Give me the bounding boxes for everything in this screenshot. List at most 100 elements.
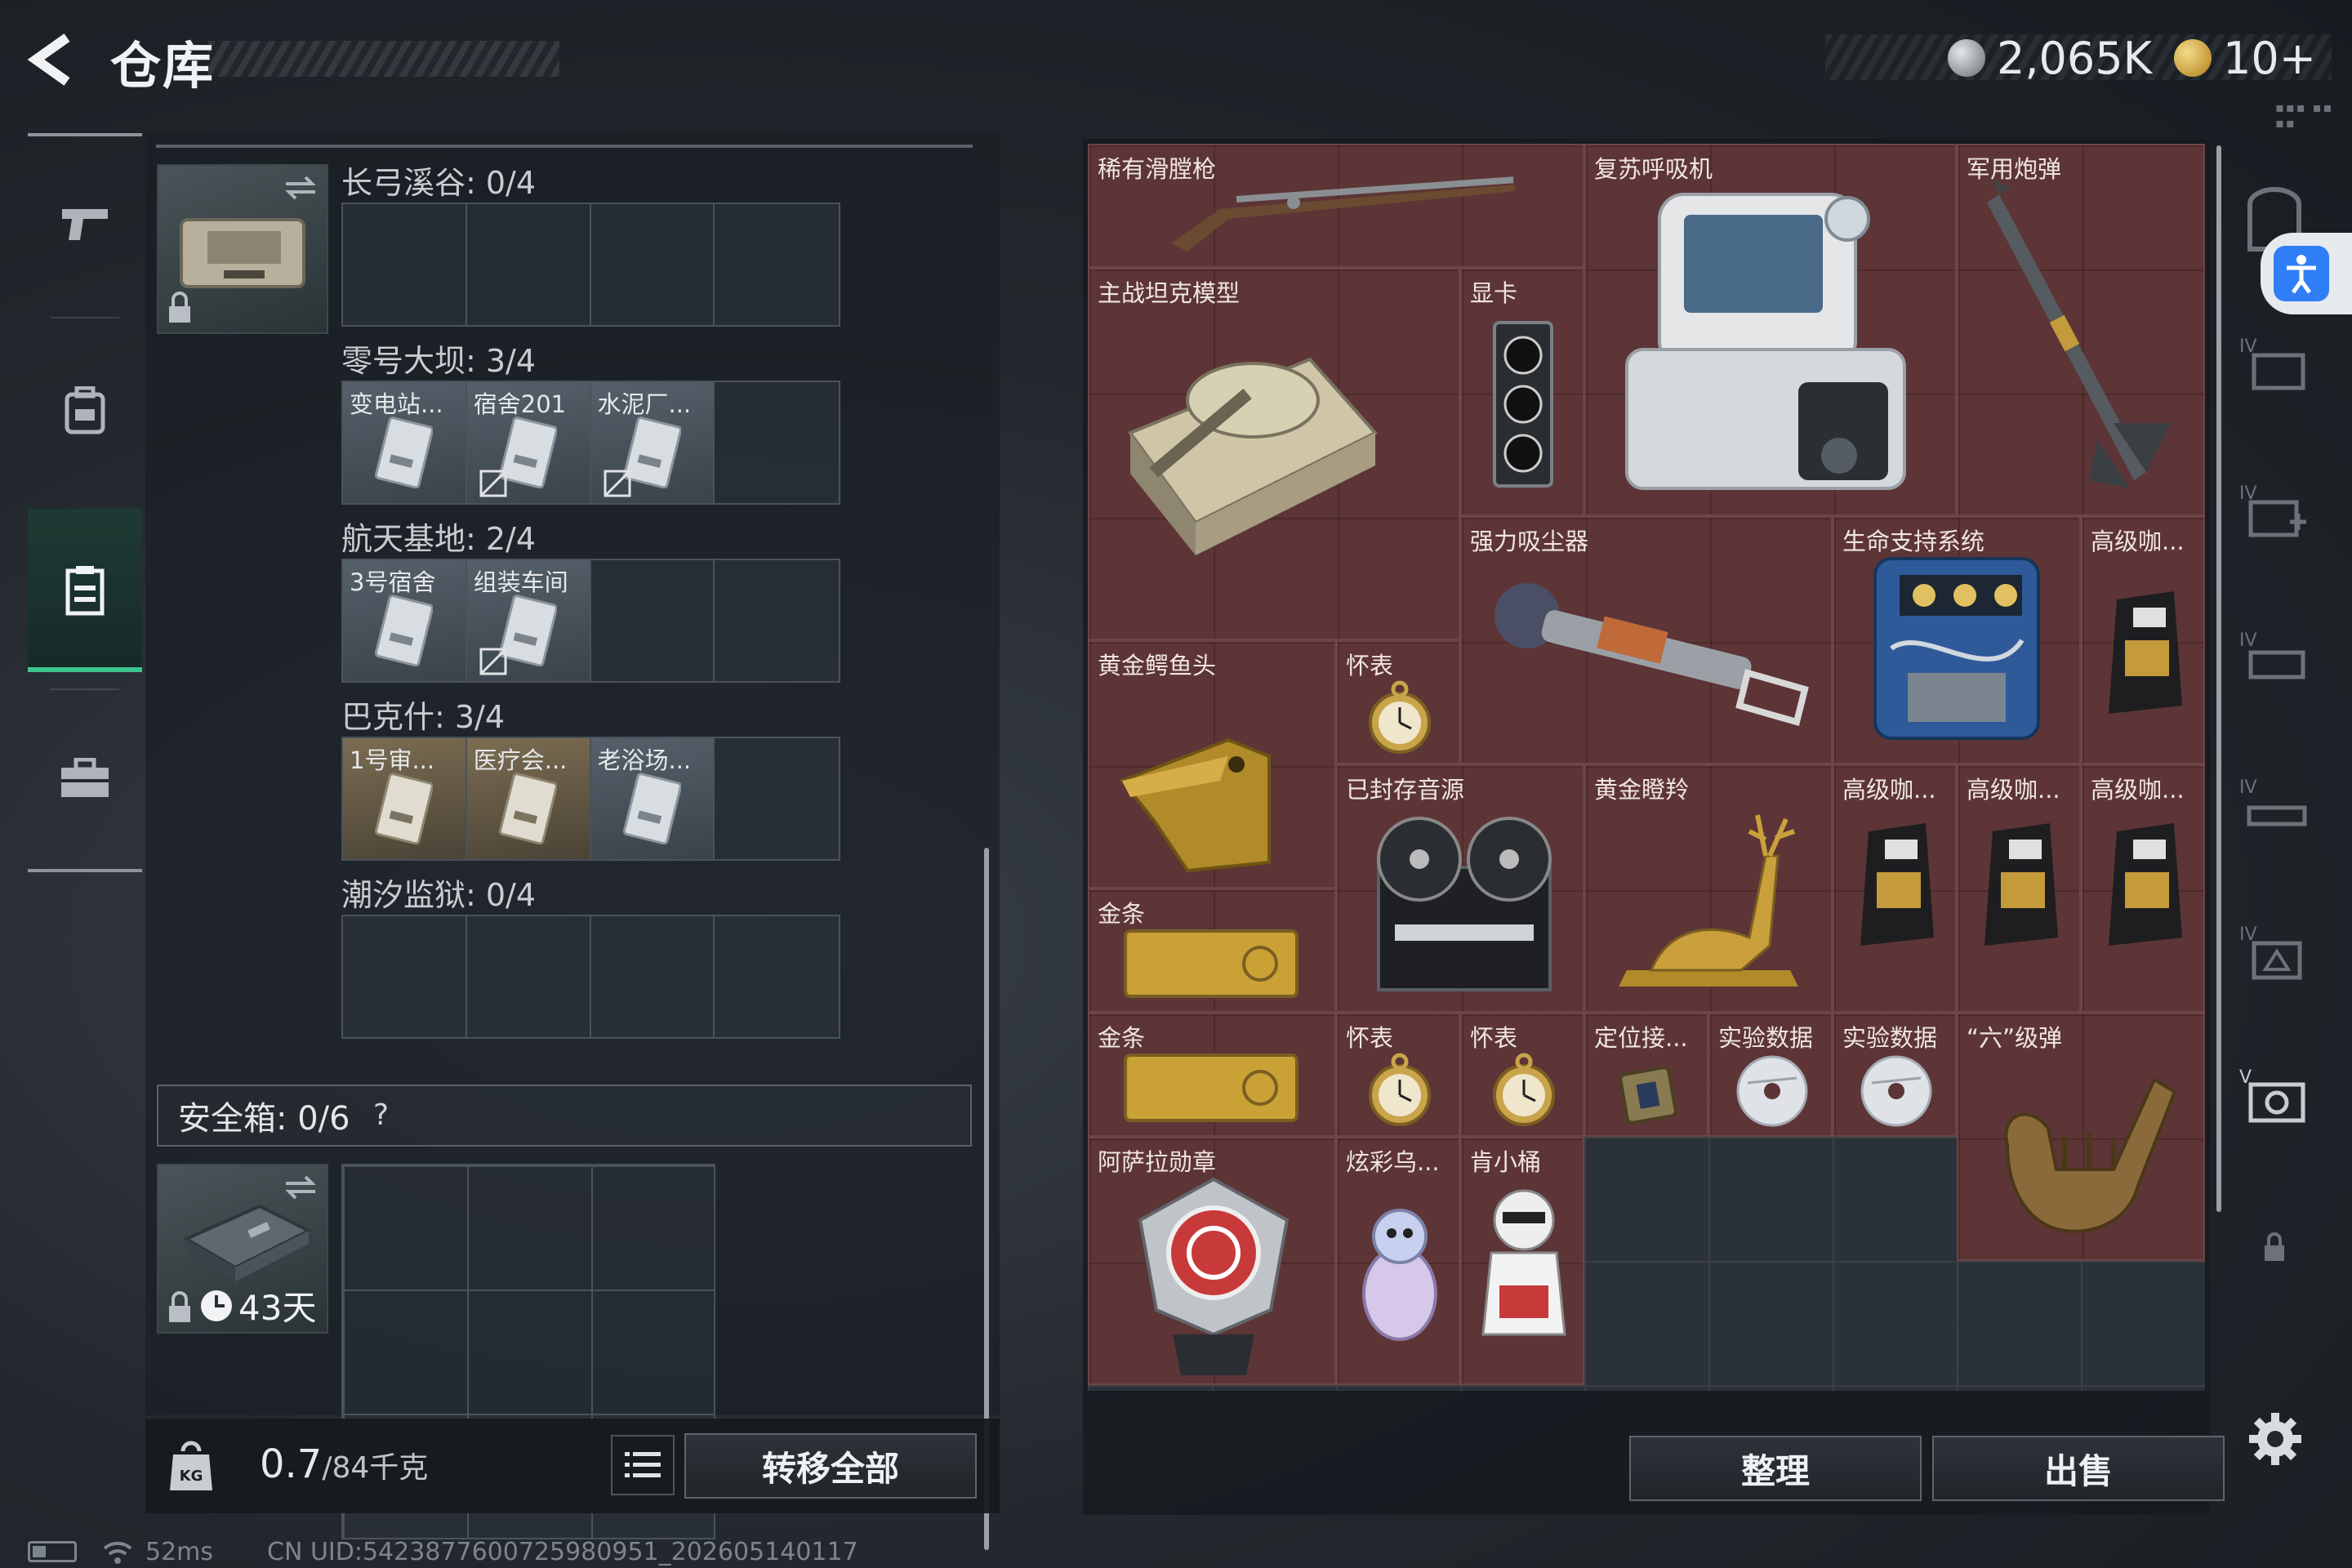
empty-slot[interactable] — [715, 382, 839, 503]
stash-item[interactable]: 生命支持系统 — [1833, 516, 2081, 764]
nav-briefcase[interactable] — [28, 697, 142, 860]
stash-item[interactable]: 金条 — [1088, 889, 1336, 1013]
keycard-slot[interactable]: 组装车间 — [466, 560, 591, 681]
empty-slot[interactable] — [715, 204, 839, 325]
stash-item[interactable]: 军用炮弹 — [1957, 144, 2205, 516]
stash-item[interactable]: 黄金鳄鱼头 — [1088, 640, 1336, 889]
svg-text:KG: KG — [180, 1468, 203, 1485]
status-bar: 52ms CN UID:5423877600725980951_20260514… — [28, 1535, 858, 1568]
money-display[interactable]: 2,065K — [1948, 29, 2152, 87]
stash-item[interactable]: 肯小桶 — [1460, 1137, 1584, 1385]
item-name: 黄金瞪羚 — [1594, 776, 1690, 804]
list-icon — [625, 1452, 661, 1477]
stash-scrollbar[interactable] — [2216, 145, 2221, 1212]
stash-item[interactable]: 炫彩乌... — [1336, 1137, 1460, 1385]
sort-button[interactable]: 整理 — [1629, 1436, 1922, 1501]
sell-button[interactable]: 出售 — [1932, 1436, 2225, 1501]
weight-icon: KG — [170, 1441, 212, 1490]
keycard-slot[interactable]: 1号审... — [343, 738, 467, 859]
stash-item[interactable]: 稀有滑膛枪 — [1088, 144, 1584, 268]
stash-item[interactable]: 显卡 — [1460, 268, 1584, 516]
nav-container[interactable] — [28, 509, 142, 672]
empty-slot[interactable] — [591, 204, 715, 325]
swap-icon[interactable] — [283, 1174, 318, 1201]
stash-item[interactable]: 怀表 — [1460, 1013, 1584, 1137]
lock-icon — [169, 292, 190, 323]
stash-item[interactable]: 已封存音源 — [1336, 764, 1584, 1013]
transfer-all-button[interactable]: 转移全部 — [684, 1433, 977, 1499]
stash-item[interactable]: 高级咖... — [1833, 764, 1957, 1013]
accessibility-icon — [2274, 246, 2329, 301]
keycard-slot[interactable]: 老浴场... — [590, 738, 715, 859]
rtab-stash-4[interactable]: IV — [2238, 331, 2319, 404]
item-name: 黄金鳄鱼头 — [1098, 652, 1217, 679]
item-name: 阿萨拉勋章 — [1098, 1148, 1217, 1176]
coffee-icon — [1984, 823, 2058, 946]
stash-item[interactable]: 金条 — [1088, 1013, 1336, 1137]
keycard-slot[interactable]: 变电站... — [343, 382, 467, 503]
empty-slot[interactable] — [343, 916, 467, 1037]
empty-slot[interactable] — [715, 916, 839, 1037]
stash-item[interactable]: 实验数据 — [1708, 1013, 1833, 1137]
swap-icon[interactable] — [283, 174, 318, 202]
stash-item[interactable]: 怀表 — [1336, 640, 1460, 764]
page-title: 仓库 — [110, 36, 216, 96]
rtab-stash-7[interactable]: IV — [2238, 772, 2319, 845]
empty-slot[interactable] — [715, 738, 839, 859]
money-value: 2,065K — [1997, 32, 2153, 84]
token-display[interactable]: 10+ — [2174, 29, 2316, 87]
missile-icon — [1987, 178, 2171, 488]
stash-item[interactable]: 定位接... — [1584, 1013, 1708, 1137]
item-name: 肯小桶 — [1470, 1148, 1542, 1176]
keycard-slot[interactable]: 3号宿舍 — [343, 560, 467, 681]
rtab-stash-9[interactable]: V — [2238, 1062, 2319, 1135]
weight-bar: KG 0.7/84千克 转移全部 — [145, 1419, 1000, 1513]
stash-item[interactable]: “六”级弹 — [1957, 1013, 2205, 1261]
keycard-slot[interactable]: 医疗会... — [466, 738, 591, 859]
keycard-name: 水泥厂... — [597, 390, 692, 418]
empty-slot[interactable] — [467, 204, 591, 325]
nav-backpack[interactable] — [28, 329, 142, 492]
weight-readout: 0.7/84千克 — [260, 1441, 428, 1487]
keycard-slot[interactable]: 水泥厂... — [590, 382, 715, 503]
keycard-slot[interactable]: 宿舍201 — [466, 382, 591, 503]
rtab-stash-8[interactable]: IV — [2238, 919, 2319, 992]
stash-item[interactable]: 高级咖... — [2081, 764, 2205, 1013]
stash-panel: 稀有滑膛枪 复苏呼吸机 军用炮弹 主战坦克模型 显卡 强力吸尘器 生命支持系统 … — [1083, 139, 2210, 1515]
map-label-chaoxi: 潮汐监狱: 0/4 — [341, 877, 537, 913]
rtab-stash-6[interactable]: IV — [2238, 625, 2319, 698]
briefcase-icon — [61, 758, 109, 797]
stash-item[interactable]: 黄金瞪羚 — [1584, 764, 1833, 1013]
wifi-icon — [103, 1541, 132, 1564]
stash-item[interactable]: 实验数据 — [1833, 1013, 1957, 1137]
keycard-case-thumbnail[interactable] — [157, 164, 328, 334]
item-name: 高级咖... — [1967, 776, 2060, 804]
stash-item[interactable]: 强力吸尘器 — [1460, 516, 1833, 764]
empty-slot[interactable] — [591, 560, 715, 681]
empty-slot[interactable] — [715, 560, 839, 681]
nav-separator — [51, 317, 119, 318]
weight-capacity: /84千克 — [322, 1451, 429, 1485]
pocket-watch-icon — [1369, 1053, 1431, 1126]
back-button[interactable] — [24, 31, 82, 88]
stash-item[interactable]: 高级咖... — [2081, 516, 2205, 764]
stash-item[interactable]: 阿萨拉勋章 — [1088, 1137, 1336, 1385]
nav-separator — [51, 688, 119, 690]
safebox-thumbnail[interactable]: 43天 — [157, 1164, 328, 1334]
stash-item[interactable]: 高级咖... — [1957, 764, 2081, 1013]
settings-gear-icon[interactable] — [2247, 1411, 2303, 1467]
nav-weapons[interactable] — [28, 141, 142, 305]
empty-slot[interactable] — [591, 916, 715, 1037]
empty-slot[interactable] — [343, 204, 467, 325]
stash-item[interactable]: 复苏呼吸机 — [1584, 144, 1957, 516]
rtab-stash-5[interactable]: IV — [2238, 478, 2319, 551]
list-view-button[interactable] — [611, 1435, 675, 1495]
help-icon[interactable]: ? — [365, 1099, 398, 1132]
stash-item[interactable]: 主战坦克模型 — [1088, 268, 1460, 640]
gold-bar-icon — [1124, 1054, 1298, 1122]
empty-slot[interactable] — [467, 916, 591, 1037]
disc-icon — [1736, 1055, 1808, 1127]
accessibility-button[interactable] — [2261, 233, 2352, 314]
stash-item[interactable]: 怀表 — [1336, 1013, 1460, 1137]
broken-card-icon — [479, 470, 507, 497]
